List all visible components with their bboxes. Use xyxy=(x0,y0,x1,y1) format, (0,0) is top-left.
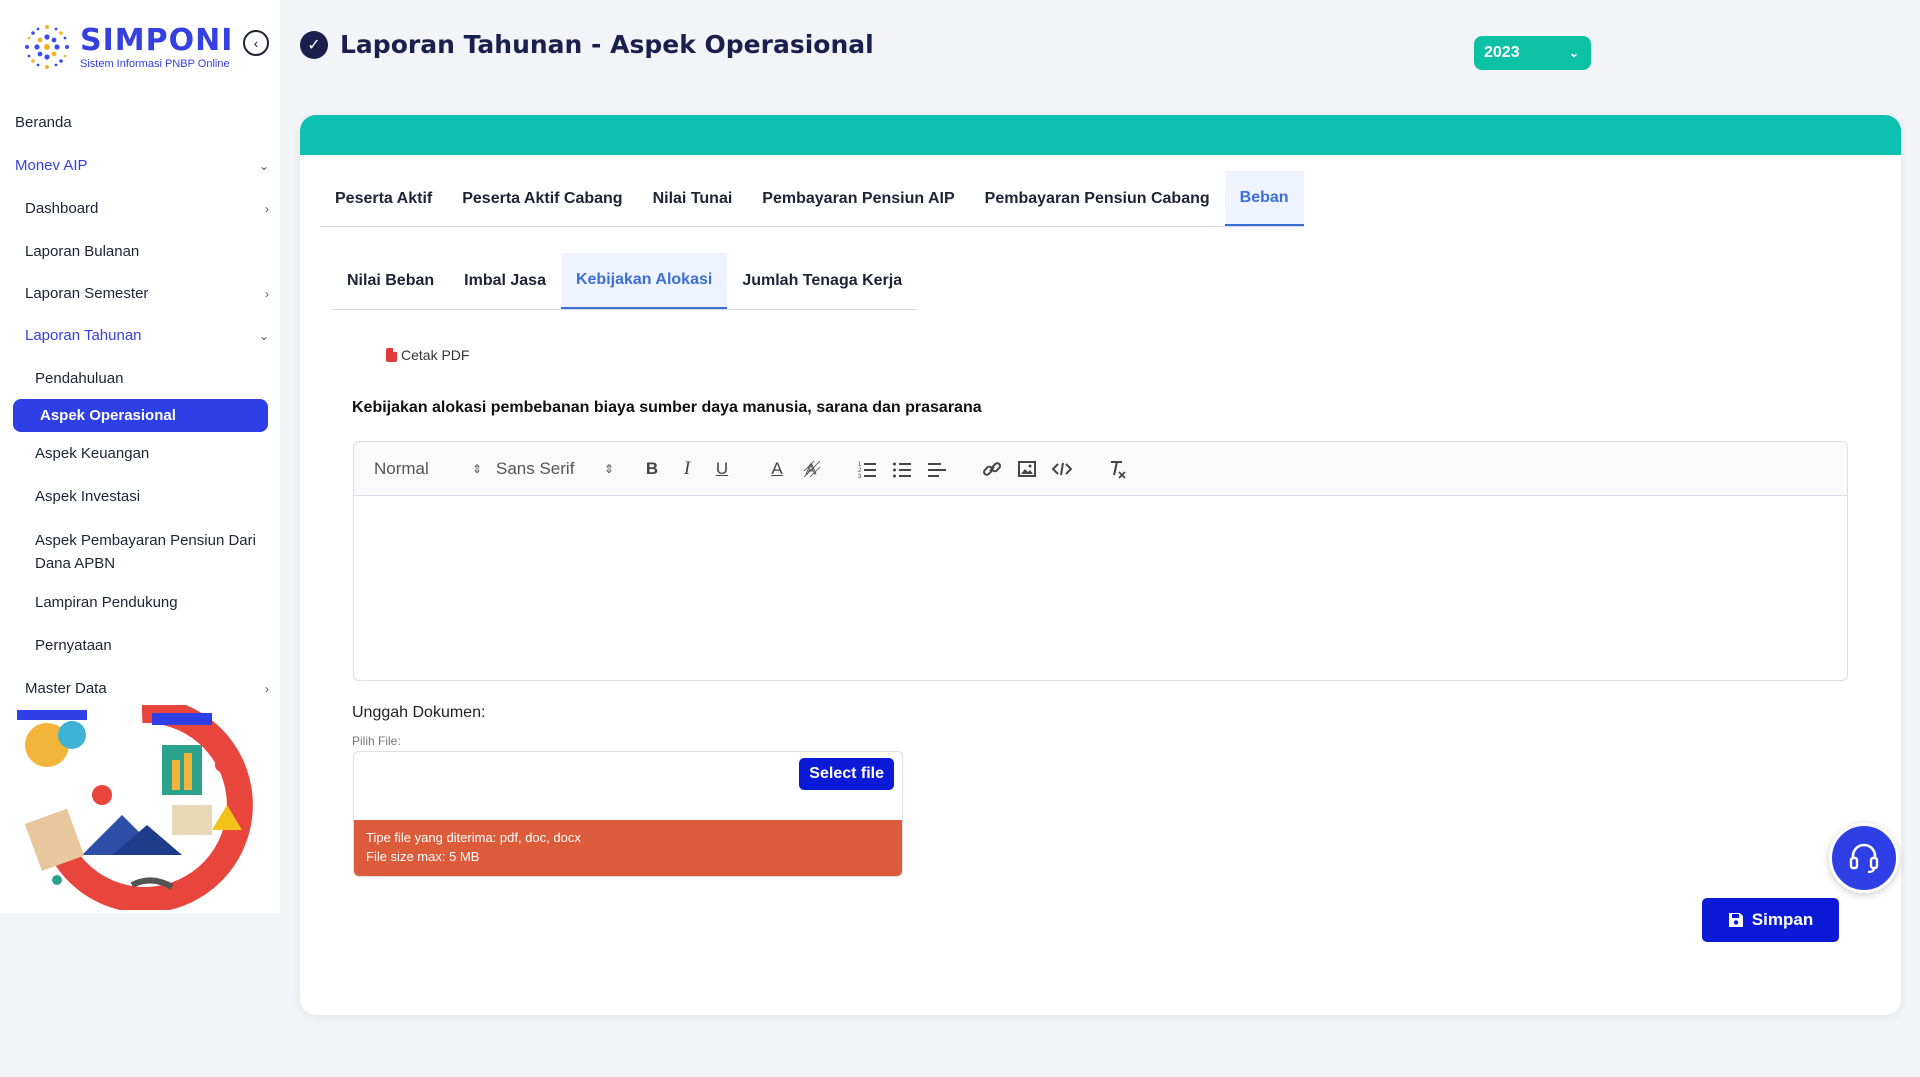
sidebar-item-label: Beranda xyxy=(15,114,72,131)
svg-text:3: 3 xyxy=(858,474,862,479)
sidebar: SIMPONI Sistem Informasi PNBP Online ‹ B… xyxy=(0,0,280,913)
file-types-text: Tipe file yang diterima: pdf, doc, docx xyxy=(366,830,581,845)
sidebar-item-label: Pendahuluan xyxy=(35,370,124,387)
chevron-down-icon: ⌄ xyxy=(258,328,269,343)
sidebar-item-aspek-operasional[interactable]: Aspek Operasional xyxy=(13,399,268,432)
main-card: Peserta Aktif Peserta Aktif Cabang Nilai… xyxy=(300,115,1901,1015)
sidebar-item-laporan-bulanan[interactable]: Laporan Bulanan xyxy=(25,243,139,260)
sidebar-illustration xyxy=(17,705,253,910)
bold-icon[interactable]: B xyxy=(638,455,666,483)
italic-icon[interactable]: I xyxy=(673,455,701,483)
updown-arrows-icon: ⇕ xyxy=(603,461,614,476)
sidebar-item-aspek-pembayaran[interactable]: Aspek Pembayaran Pensiun Dari Dana APBN xyxy=(35,529,270,575)
link-icon[interactable] xyxy=(978,455,1006,483)
file-label: Pilih File: xyxy=(352,734,401,748)
chevron-right-icon: › xyxy=(265,201,269,216)
file-requirements: Tipe file yang diterima: pdf, doc, docx … xyxy=(354,820,902,876)
bullet-list-icon[interactable] xyxy=(888,455,916,483)
clear-formatting-icon[interactable] xyxy=(1103,455,1131,483)
file-size-text: File size max: 5 MB xyxy=(366,849,480,864)
chevron-right-icon: › xyxy=(265,286,269,301)
text-color-icon[interactable]: A xyxy=(763,455,791,483)
check-circle-icon: ✓ xyxy=(300,30,328,59)
sidebar-collapse-icon[interactable]: ‹ xyxy=(243,30,269,56)
section-title: Kebijakan alokasi pembebanan biaya sumbe… xyxy=(352,399,982,416)
print-pdf-link[interactable]: Cetak PDF xyxy=(386,347,469,363)
align-left-icon[interactable] xyxy=(923,455,951,483)
sidebar-item-label: Monev AIP xyxy=(15,157,88,174)
sidebar-item-label: Laporan Bulanan xyxy=(25,243,140,260)
subtab-nilai-beban[interactable]: Nilai Beban xyxy=(332,253,449,309)
brand-title: SIMPONI xyxy=(80,22,234,58)
help-support-icon[interactable] xyxy=(1829,823,1899,893)
file-dropzone[interactable]: Select file Tipe file yang diterima: pdf… xyxy=(353,751,903,877)
tab-beban[interactable]: Beban xyxy=(1224,171,1304,226)
brand-subtitle: Sistem Informasi PNBP Online xyxy=(80,57,230,70)
card-header-band xyxy=(300,115,1901,155)
page-title: Laporan Tahunan - Aspek Operasional xyxy=(340,30,874,59)
sidebar-item-label: Laporan Tahunan xyxy=(25,327,142,344)
sidebar-item-label: Aspek Investasi xyxy=(35,488,141,505)
tab-peserta-aktif-cabang[interactable]: Peserta Aktif Cabang xyxy=(447,171,637,226)
print-pdf-label: Cetak PDF xyxy=(401,347,470,363)
year-select-value: 2023 xyxy=(1484,44,1520,61)
updown-arrows-icon: ⇕ xyxy=(471,461,482,476)
sidebar-item-aspek-keuangan[interactable]: Aspek Keuangan xyxy=(35,445,149,462)
rich-text-editor: Normal ⇕ Sans Serif ⇕ B I U A A 123 xyxy=(353,441,1848,681)
sidebar-item-label: Master Data xyxy=(25,680,107,697)
sidebar-item-label: Aspek Keuangan xyxy=(35,445,150,462)
font-select-value: Sans Serif xyxy=(496,458,575,478)
logo-mark-icon xyxy=(25,25,69,69)
editor-toolbar: Normal ⇕ Sans Serif ⇕ B I U A A 123 xyxy=(354,442,1847,496)
highlight-color-icon[interactable]: A xyxy=(798,455,826,483)
image-icon[interactable] xyxy=(1013,455,1041,483)
save-icon xyxy=(1728,913,1743,927)
subtab-kebijakan-alokasi[interactable]: Kebijakan Alokasi xyxy=(560,253,728,309)
save-label: Simpan xyxy=(1751,910,1814,929)
sidebar-item-laporan-tahunan[interactable]: Laporan Tahunan ⌄ xyxy=(25,327,269,344)
tab-nilai-tunai[interactable]: Nilai Tunai xyxy=(638,171,748,226)
sidebar-item-master-data[interactable]: Master Data › xyxy=(25,680,269,697)
year-select[interactable]: 2023 ⌄ xyxy=(1474,36,1591,70)
tab-pembayaran-pensiun-aip[interactable]: Pembayaran Pensiun AIP xyxy=(747,171,969,226)
code-block-icon[interactable] xyxy=(1048,455,1076,483)
pdf-icon xyxy=(386,348,397,362)
sidebar-item-monev-aip[interactable]: Monev AIP ⌄ xyxy=(15,157,269,174)
sidebar-item-label: Laporan Semester xyxy=(25,285,149,302)
page-header: ✓ Laporan Tahunan - Aspek Operasional xyxy=(300,30,874,59)
main-tabs: Peserta Aktif Peserta Aktif Cabang Nilai… xyxy=(320,171,1304,227)
format-select[interactable]: Normal ⇕ xyxy=(374,459,482,479)
sub-tabs: Nilai Beban Imbal Jasa Kebijakan Alokasi… xyxy=(332,253,918,310)
chevron-right-icon: › xyxy=(265,681,269,696)
sidebar-item-label: Aspek Operasional xyxy=(40,407,176,424)
subtab-jumlah-tenaga-kerja[interactable]: Jumlah Tenaga Kerja xyxy=(727,253,917,309)
sidebar-item-pernyataan[interactable]: Pernyataan xyxy=(35,637,112,654)
sidebar-item-beranda[interactable]: Beranda xyxy=(15,114,72,131)
sidebar-item-laporan-semester[interactable]: Laporan Semester › xyxy=(25,285,269,302)
chevron-down-icon: ⌄ xyxy=(258,158,269,173)
ordered-list-icon[interactable]: 123 xyxy=(853,455,881,483)
font-select[interactable]: Sans Serif ⇕ xyxy=(496,459,614,479)
tab-peserta-aktif[interactable]: Peserta Aktif xyxy=(320,171,447,226)
sidebar-item-label: Pernyataan xyxy=(35,637,112,654)
sidebar-item-lampiran-pendukung[interactable]: Lampiran Pendukung xyxy=(35,594,178,611)
sidebar-item-label: Aspek Pembayaran Pensiun Dari Dana APBN xyxy=(35,532,256,572)
subtab-imbal-jasa[interactable]: Imbal Jasa xyxy=(449,253,561,309)
upload-label: Unggah Dokumen: xyxy=(352,704,486,721)
editor-body[interactable] xyxy=(354,496,1847,681)
sidebar-item-aspek-investasi[interactable]: Aspek Investasi xyxy=(35,488,140,505)
sidebar-item-pendahuluan[interactable]: Pendahuluan xyxy=(35,370,123,387)
sidebar-item-label: Lampiran Pendukung xyxy=(35,594,178,611)
sidebar-item-dashboard[interactable]: Dashboard › xyxy=(25,200,269,217)
underline-icon[interactable]: U xyxy=(708,455,736,483)
sidebar-item-label: Dashboard xyxy=(25,200,99,217)
chevron-down-icon: ⌄ xyxy=(1568,46,1579,60)
format-select-value: Normal xyxy=(374,458,429,478)
tab-pembayaran-pensiun-cabang[interactable]: Pembayaran Pensiun Cabang xyxy=(970,171,1225,226)
logo: SIMPONI Sistem Informasi PNBP Online xyxy=(18,18,233,76)
save-button[interactable]: Simpan xyxy=(1702,898,1839,942)
select-file-button[interactable]: Select file xyxy=(799,758,894,790)
